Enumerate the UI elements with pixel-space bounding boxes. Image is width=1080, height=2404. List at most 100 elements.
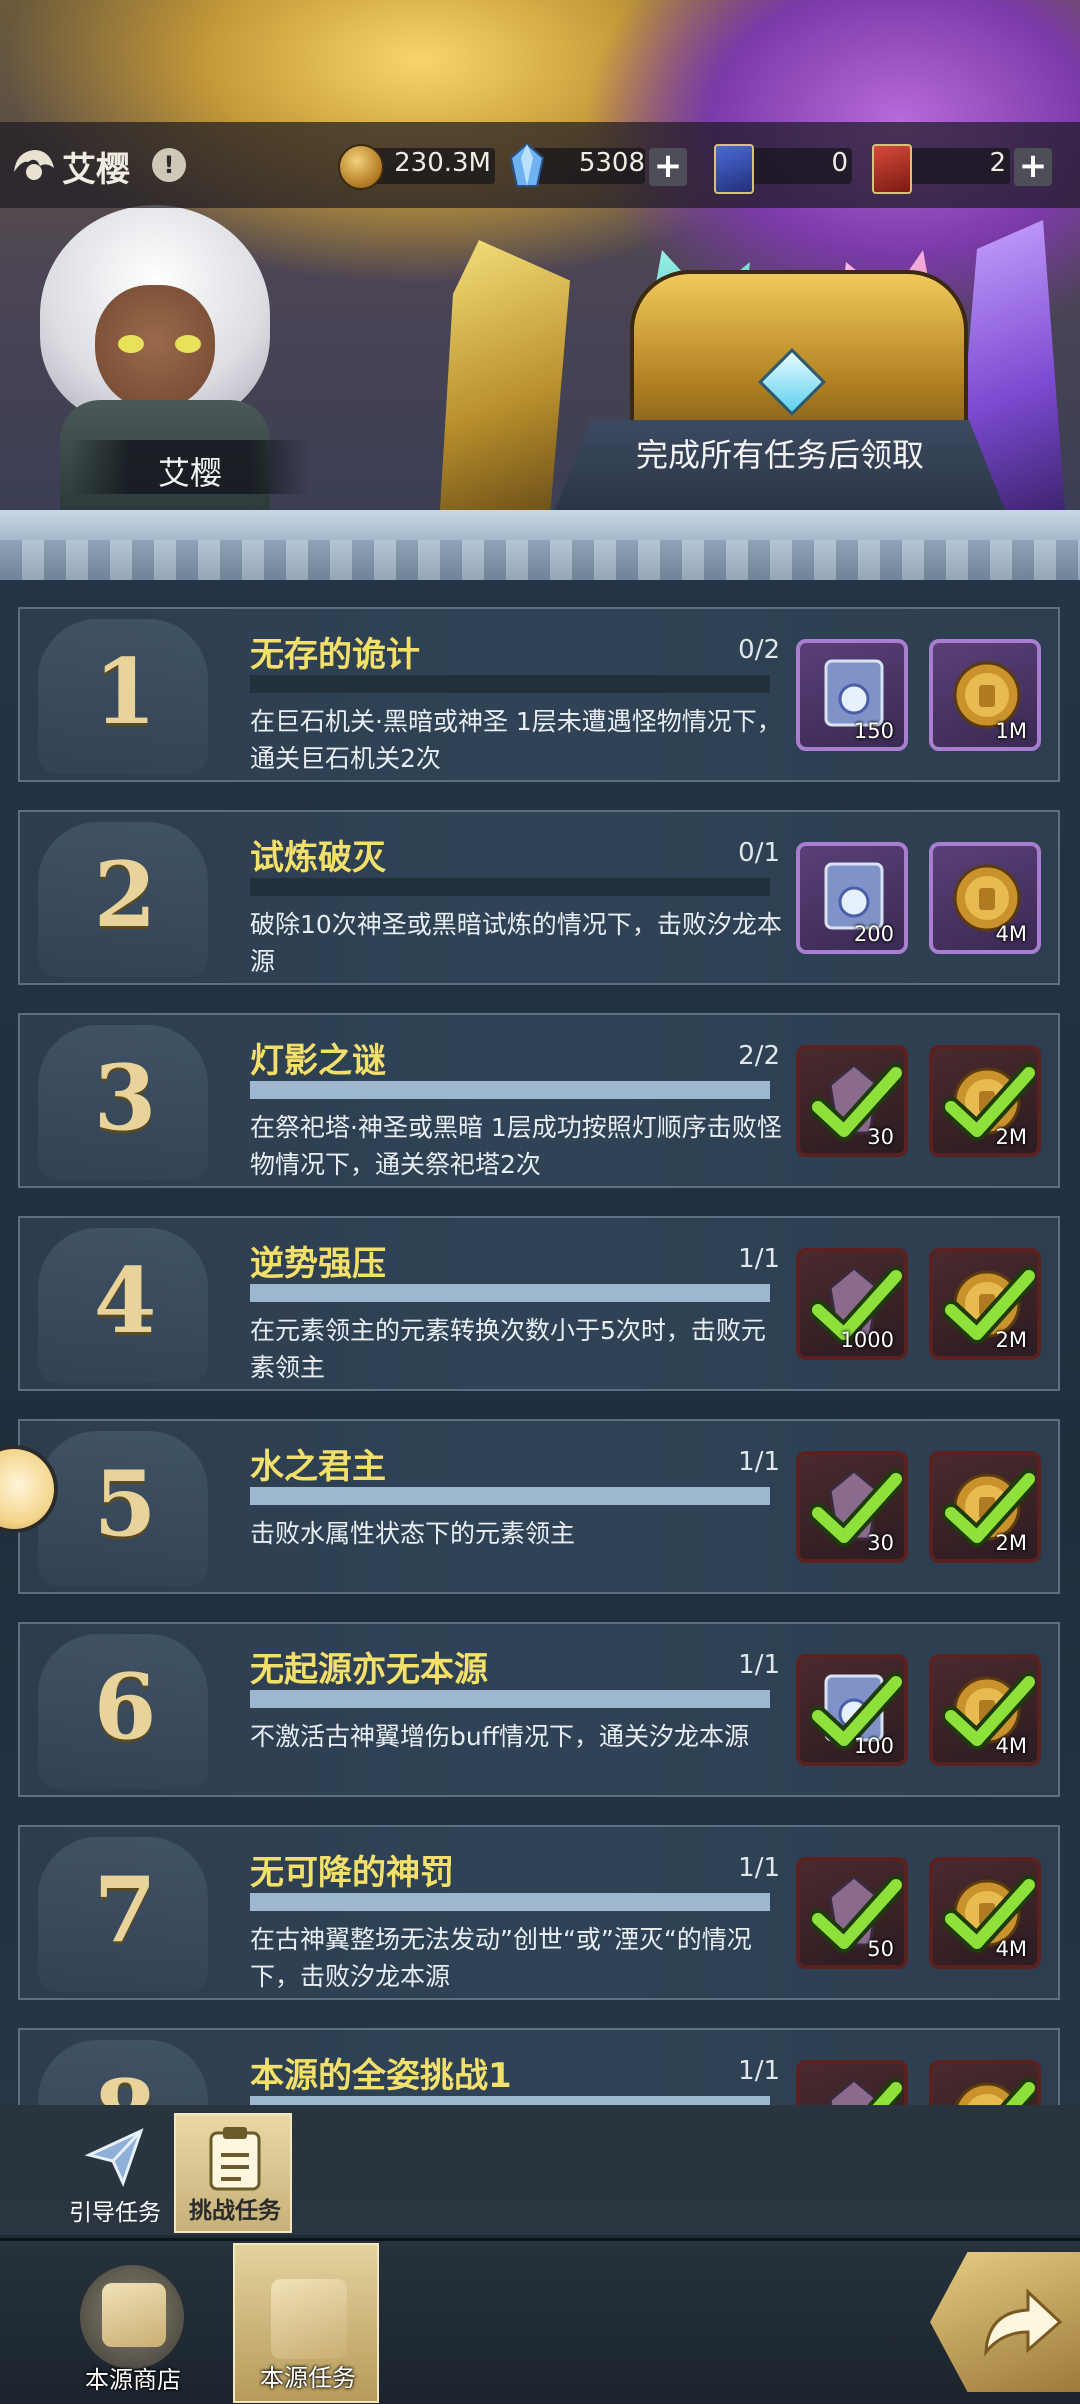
nav-origin-tasks[interactable]: 本源任务 bbox=[233, 2243, 379, 2403]
reward-slot[interactable] bbox=[929, 2060, 1041, 2105]
tab-challenge-tasks[interactable]: 挑战任务 bbox=[174, 2113, 292, 2233]
reward-slot[interactable]: 4M bbox=[929, 1857, 1041, 1969]
task-progress-text: 1/1 bbox=[738, 1447, 780, 1477]
quest-scroll-icon bbox=[271, 2279, 347, 2359]
task-description: 不激活古神翼增伤buff情况下，通关汐龙本源 bbox=[250, 1722, 749, 1751]
task-progress-text: 2/2 bbox=[738, 1041, 780, 1071]
task-description: 击败水属性状态下的元素领主 bbox=[250, 1519, 576, 1548]
reward-slot[interactable]: 30 bbox=[796, 1451, 908, 1563]
reward-slot[interactable]: 1M bbox=[929, 639, 1041, 751]
task-progress-bar bbox=[250, 1487, 770, 1505]
reward-count: 4M bbox=[995, 922, 1027, 946]
task-row[interactable]: 7 无可降的神罚 1/1 在古神翼整场无法发动”创世“或”湮灭“的情况下，击败汐龙本源… bbox=[18, 1825, 1060, 2000]
crystal-amount: 5308 bbox=[578, 148, 645, 178]
add-crystal-button[interactable]: + bbox=[649, 148, 687, 186]
task-progress-bar bbox=[250, 1690, 770, 1708]
claim-hint-text: 完成所有任务后领取 bbox=[635, 436, 924, 474]
task-row[interactable]: 4 逆势强压 1/1 在元素领主的元素转换次数小于5次时，击败元素领主 1000 2M bbox=[18, 1216, 1060, 1391]
blue-ticket-amount: 0 bbox=[831, 148, 848, 178]
add-red-ticket-button[interactable]: + bbox=[1014, 148, 1052, 186]
resource-gold: 230.3M bbox=[335, 140, 495, 190]
task-progress-bar bbox=[250, 1081, 770, 1099]
blue-ticket-icon bbox=[714, 144, 754, 194]
reward-slot[interactable]: 150 bbox=[796, 639, 908, 751]
tab-challenge-tasks-label: 挑战任务 bbox=[189, 2198, 281, 2224]
task-progress-text: 0/2 bbox=[738, 635, 780, 665]
task-number: 8 bbox=[40, 2060, 210, 2105]
ice-divider-teeth bbox=[0, 540, 1080, 580]
reward-count: 150 bbox=[853, 719, 894, 743]
reward-slot[interactable]: 1000 bbox=[796, 1248, 908, 1360]
claimed-check-icon bbox=[867, 2078, 902, 2105]
task-progress-fill bbox=[250, 1284, 770, 1302]
tab-guide-tasks-label: 引导任务 bbox=[69, 2200, 161, 2226]
reward-slot[interactable]: 2M bbox=[929, 1451, 1041, 1563]
task-progress-fill bbox=[250, 1081, 770, 1099]
player-name[interactable]: 艾樱 bbox=[62, 142, 130, 191]
task-row[interactable]: 2 试炼破灭 0/1 破除10次神圣或黑暗试炼的情况下，击败汐龙本源 200 4M bbox=[18, 810, 1060, 985]
task-title: 本源的全姿挑战1 bbox=[250, 2056, 512, 2096]
task-number: 7 bbox=[93, 1857, 157, 1963]
task-number: 3 bbox=[93, 1045, 157, 1151]
red-ticket-amount: 2 bbox=[989, 148, 1006, 178]
reward-count: 2M bbox=[995, 1328, 1027, 1352]
reward-count: 30 bbox=[867, 1531, 894, 1555]
reward-slot[interactable]: 2M bbox=[929, 1248, 1041, 1360]
character-name: 艾樱 bbox=[157, 454, 222, 492]
red-ticket-icon bbox=[872, 144, 912, 194]
task-progress-fill bbox=[250, 2096, 770, 2105]
task-progress-fill bbox=[250, 1487, 770, 1505]
task-progress-text: 1/1 bbox=[738, 2056, 780, 2086]
reward-slot[interactable]: 30 bbox=[796, 1045, 908, 1157]
task-description: 在巨石机关·黑暗或神圣 1层未遭遇怪物情况下，通关巨石机关2次 bbox=[250, 707, 782, 773]
task-title: 试炼破灭 bbox=[250, 838, 386, 878]
task-title: 无起源亦无本源 bbox=[250, 1650, 488, 1690]
task-title: 水之君主 bbox=[250, 1447, 386, 1487]
task-progress-bar bbox=[250, 675, 770, 693]
reward-slot[interactable]: 50 bbox=[796, 1857, 908, 1969]
reward-count: 50 bbox=[867, 1937, 894, 1961]
task-description: 破除10次神圣或黑暗试炼的情况下，击败汐龙本源 bbox=[250, 910, 782, 976]
task-row[interactable]: 1 无存的诡计 0/2 在巨石机关·黑暗或神圣 1层未遭遇怪物情况下，通关巨石机关2次… bbox=[18, 607, 1060, 782]
character-eye bbox=[118, 335, 144, 353]
task-progress-text: 1/1 bbox=[738, 1853, 780, 1883]
reward-slot[interactable] bbox=[796, 2060, 908, 2105]
curved-arrow-icon bbox=[984, 2288, 1063, 2357]
task-row[interactable]: 3 灯影之谜 2/2 在祭祀塔·神圣或黑暗 1层成功按照灯顺序击败怪物情况下，通关祭祀… bbox=[18, 1013, 1060, 1188]
task-description: 在元素领主的元素转换次数小于5次时，击败元素领主 bbox=[250, 1316, 766, 1382]
task-type-tabs: 引导任务 挑战任务 bbox=[0, 2105, 1080, 2235]
reward-slot[interactable]: 100 bbox=[796, 1654, 908, 1766]
task-number: 2 bbox=[93, 842, 157, 948]
clipboard-icon bbox=[209, 2127, 261, 2191]
task-number: 1 bbox=[93, 639, 157, 745]
paper-plane-icon bbox=[84, 2128, 144, 2188]
reward-slot[interactable]: 2M bbox=[929, 1045, 1041, 1157]
task-progress-bar bbox=[250, 2096, 770, 2105]
task-list[interactable]: 1 无存的诡计 0/2 在巨石机关·黑暗或神圣 1层未遭遇怪物情况下，通关巨石机关2次… bbox=[0, 580, 1080, 2105]
player-emblem-icon bbox=[14, 150, 54, 180]
info-icon[interactable]: ! bbox=[152, 148, 186, 182]
reward-count: 4M bbox=[995, 1734, 1027, 1758]
reward-slot[interactable]: 200 bbox=[796, 842, 908, 954]
task-row[interactable]: 6 无起源亦无本源 1/1 不激活古神翼增伤buff情况下，通关汐龙本源 100 4M bbox=[18, 1622, 1060, 1797]
task-row[interactable]: 8 本源的全姿挑战1 1/1 bbox=[18, 2028, 1060, 2105]
task-description: 在古神翼整场无法发动”创世“或”湮灭“的情况下，击败汐龙本源 bbox=[250, 1925, 752, 1991]
reward-slot[interactable]: 4M bbox=[929, 842, 1041, 954]
task-progress-text: 0/1 bbox=[738, 838, 780, 868]
task-progress-bar bbox=[250, 878, 770, 896]
task-title: 无存的诡计 bbox=[250, 635, 420, 675]
reward-count: 100 bbox=[853, 1734, 894, 1758]
shop-scroll-art bbox=[102, 2283, 166, 2347]
task-progress-fill bbox=[250, 1690, 770, 1708]
tab-guide-tasks[interactable]: 引导任务 bbox=[56, 2113, 174, 2233]
task-number: 6 bbox=[93, 1654, 157, 1760]
task-progress-text: 1/1 bbox=[738, 1244, 780, 1274]
nav-origin-shop[interactable]: 本源商店 bbox=[60, 2243, 206, 2403]
resource-crystal: 5308 + bbox=[505, 140, 690, 190]
reward-count: 2M bbox=[995, 1125, 1027, 1149]
reward-slot[interactable]: 4M bbox=[929, 1654, 1041, 1766]
task-title: 逆势强压 bbox=[250, 1244, 386, 1284]
task-number: 5 bbox=[93, 1451, 157, 1557]
resource-red-ticket: 2 + bbox=[870, 140, 1055, 194]
task-row[interactable]: 5 水之君主 1/1 击败水属性状态下的元素领主 30 2M bbox=[18, 1419, 1060, 1594]
